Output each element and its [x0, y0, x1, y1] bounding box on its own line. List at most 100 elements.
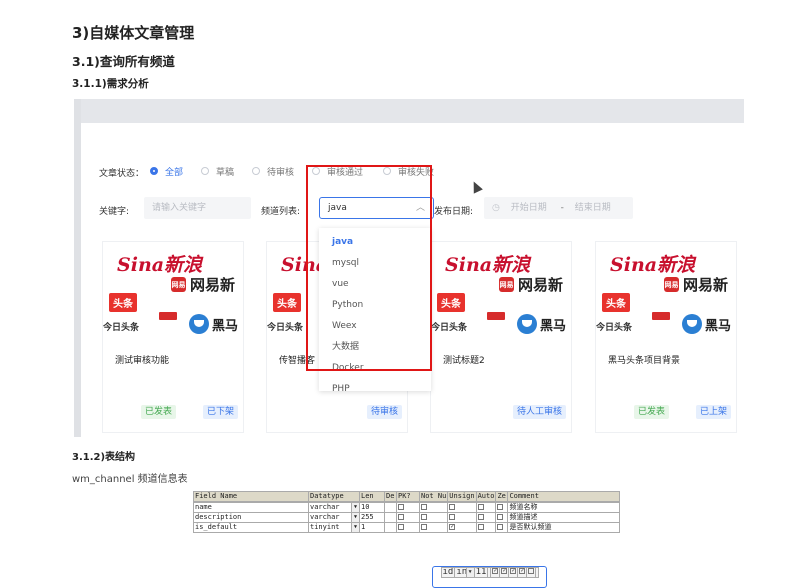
dropdown-arrow-icon[interactable]: ▼	[351, 503, 359, 512]
col-header: Comment	[507, 491, 621, 502]
checkbox-icon[interactable]	[477, 504, 484, 510]
pk-cell[interactable]: ✓	[490, 566, 501, 578]
date-start: 开始日期	[510, 203, 547, 213]
checkbox-icon[interactable]	[497, 514, 504, 520]
comment-cell[interactable]	[535, 566, 540, 578]
datatype-cell[interactable]: tinyint ▼	[308, 522, 360, 533]
pk-cell[interactable]	[396, 512, 420, 523]
article-card[interactable]: Sina新浪 网易 网易新 头条 今日头条 黑马 测试标题2 待人工审核	[430, 241, 572, 433]
checkbox-icon[interactable]	[528, 568, 535, 574]
section-title: 3)自媒体文章管理	[72, 24, 195, 42]
dropdown-arrow-icon[interactable]: ▼	[465, 568, 474, 576]
jrtt-logo: 今日头条	[267, 323, 304, 333]
radio-dot	[201, 167, 209, 175]
notnull-cell[interactable]: ✓	[499, 566, 510, 578]
ze-cell[interactable]	[495, 522, 509, 533]
comment-cell[interactable]: 频道描述	[507, 512, 621, 523]
length-cell[interactable]: 255	[359, 512, 385, 523]
field-name-cell[interactable]: id	[440, 566, 456, 578]
ze-cell[interactable]	[495, 512, 509, 523]
checkbox-icon[interactable]	[421, 524, 427, 530]
field-name-cell[interactable]: is_default	[193, 522, 309, 533]
field-name-cell[interactable]: name	[193, 502, 309, 513]
col-header: Ze	[495, 491, 509, 502]
col-header: Len	[359, 491, 385, 502]
status-radio-pending[interactable]: 待审核	[252, 165, 294, 178]
unsigned-cell[interactable]: ✓	[508, 566, 519, 578]
col-header: De	[384, 491, 397, 502]
table-structure-heading: 3.1.2)表结构	[72, 452, 136, 463]
dropdown-option-php[interactable]: PHP	[319, 379, 431, 391]
dropdown-arrow-icon[interactable]: ▼	[351, 513, 359, 522]
datatype-cell[interactable]: int ▼	[454, 566, 475, 578]
col-header: Not Nu	[418, 491, 449, 502]
jrtt-logo: 今日头条	[103, 323, 140, 333]
jrtt-logo: 今日头条	[431, 323, 468, 333]
auto-cell[interactable]	[475, 502, 497, 513]
default-cell[interactable]	[384, 502, 397, 513]
calendar-icon: ◷	[492, 203, 500, 213]
channel-label: 频道列表:	[261, 207, 301, 217]
checkbox-icon[interactable]: ✓	[519, 568, 526, 574]
datatype-value: tinyint	[310, 523, 340, 532]
checkbox-icon[interactable]: ✓	[449, 524, 456, 530]
dropdown-arrow-icon[interactable]: ▼	[351, 523, 359, 532]
checkbox-icon[interactable]	[449, 514, 456, 520]
pk-cell[interactable]	[396, 522, 420, 533]
checkbox-icon[interactable]: ✓	[492, 568, 499, 574]
ze-cell[interactable]	[526, 566, 537, 578]
length-cell[interactable]: 1	[359, 522, 385, 533]
article-card[interactable]: Sina新浪 网易 网易新 头条 今日头条 黑马 测试审核功能 已发表 已下架	[102, 241, 244, 433]
checkbox-icon[interactable]	[421, 504, 427, 510]
notnull-cell[interactable]	[418, 522, 449, 533]
netease-logo: 网易网易新	[664, 276, 729, 294]
checkbox-icon[interactable]	[398, 524, 404, 530]
default-cell[interactable]	[384, 512, 397, 523]
checkbox-icon[interactable]	[398, 504, 404, 510]
checkbox-icon[interactable]	[497, 504, 504, 510]
default-cell[interactable]	[384, 522, 397, 533]
table-row[interactable]: name varchar ▼ 10 频道名称	[193, 502, 621, 513]
comment-cell[interactable]: 频道名称	[507, 502, 621, 513]
auto-cell[interactable]: ✓	[517, 566, 528, 578]
notnull-cell[interactable]	[418, 512, 449, 523]
keyword-input[interactable]: 请输入关键字	[144, 197, 251, 219]
notnull-cell[interactable]	[418, 502, 449, 513]
tag-logo	[159, 312, 177, 320]
article-card[interactable]: Sina新浪 网易 网易新 头条 今日头条 黑马 黑马头条项目背景 已发表 已上架	[595, 241, 737, 433]
card-title: 测试标题2	[443, 356, 485, 366]
unsigned-cell[interactable]	[447, 502, 477, 513]
status-badge: 待审核	[367, 405, 403, 419]
length-cell[interactable]: 10	[359, 502, 385, 513]
pk-cell[interactable]	[396, 502, 420, 513]
ze-cell[interactable]	[495, 502, 509, 513]
heima-icon	[517, 314, 537, 334]
checkbox-icon[interactable]	[421, 514, 427, 520]
checkbox-icon[interactable]	[398, 514, 404, 520]
status-badge[interactable]: 已上架	[696, 405, 732, 419]
date-range-input[interactable]: ◷ 开始日期 - 结束日期	[484, 197, 633, 219]
table-row[interactable]: id int ▼ 11 ✓ ✓ ✓ ✓	[431, 565, 547, 588]
status-radio-all[interactable]: 全部	[150, 165, 183, 178]
checkbox-icon[interactable]: ✓	[510, 568, 517, 574]
status-label: 文章状态：	[99, 169, 145, 179]
checkbox-icon[interactable]	[477, 524, 484, 530]
checkbox-icon[interactable]	[477, 514, 484, 520]
length-cell[interactable]: 11	[473, 566, 489, 578]
status-radio-draft[interactable]: 草稿	[201, 165, 234, 178]
datatype-cell[interactable]: varchar ▼	[308, 512, 360, 523]
field-name-cell[interactable]: description	[193, 512, 309, 523]
status-badge[interactable]: 已下架	[203, 405, 239, 419]
table-row[interactable]: is_default tinyint ▼ 1 ✓ 是否默认频道	[193, 522, 621, 533]
unsigned-cell[interactable]: ✓	[447, 522, 477, 533]
checkbox-icon[interactable]	[449, 504, 456, 510]
auto-cell[interactable]	[475, 522, 497, 533]
sina-logo: Sina新浪	[610, 254, 696, 276]
checkbox-icon[interactable]: ✓	[501, 568, 508, 574]
unsigned-cell[interactable]	[447, 512, 477, 523]
auto-cell[interactable]	[475, 512, 497, 523]
table-row[interactable]: description varchar ▼ 255 频道描述	[193, 512, 621, 523]
comment-cell[interactable]: 是否默认频道	[507, 522, 621, 533]
datatype-cell[interactable]: varchar ▼	[308, 502, 360, 513]
checkbox-icon[interactable]	[497, 524, 504, 530]
